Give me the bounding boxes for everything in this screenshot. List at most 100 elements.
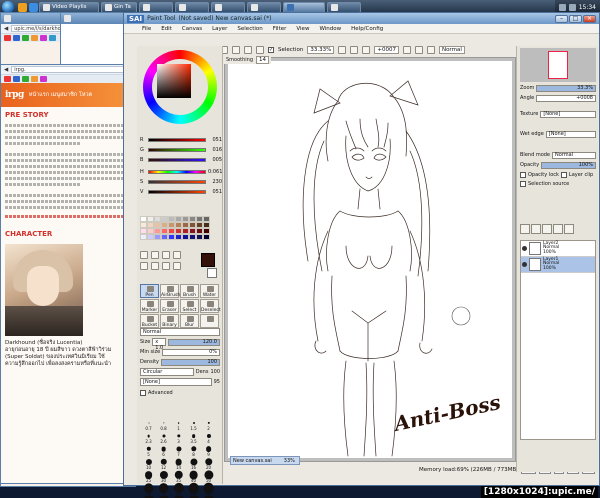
brush-size-preset[interactable]: 35 (171, 470, 186, 483)
brush-size-preset[interactable]: 0.7 (141, 418, 156, 431)
layer-opacity-slider[interactable]: 100% (541, 161, 596, 169)
size-multiplier[interactable]: x 1.0 (152, 338, 167, 351)
selection-checkbox[interactable]: ✓ (268, 47, 274, 53)
smoothing-select[interactable]: 14 (256, 56, 270, 64)
blend-select[interactable]: Normal (438, 46, 465, 54)
texture-select[interactable]: [None] (140, 378, 212, 386)
volume-icon[interactable] (568, 3, 576, 11)
brush-size-preset[interactable]: 80 (171, 482, 186, 496)
tool-brush[interactable]: Brush (180, 284, 199, 298)
tool-marker[interactable]: Marker (140, 299, 159, 313)
zoom-tool-icon[interactable] (140, 262, 148, 270)
bookmark-icon[interactable] (49, 35, 56, 41)
tool-airbrush[interactable]: AirBrush (160, 284, 180, 298)
menu-filter[interactable]: Filter (273, 26, 287, 32)
color-swatch[interactable] (147, 234, 154, 240)
zoom-out-icon[interactable] (338, 46, 347, 54)
brush-size-preset[interactable]: 100 (186, 482, 201, 496)
menu-edit[interactable]: Edit (161, 26, 172, 32)
brush-size-preset[interactable]: 3 (171, 431, 186, 444)
color-swatch[interactable] (161, 234, 168, 240)
brush-size-preset[interactable]: 12 (156, 457, 171, 470)
magic-wand-icon[interactable] (162, 251, 170, 259)
selection-source-checkbox[interactable] (520, 181, 526, 187)
rotate-right-icon[interactable] (414, 46, 423, 54)
taskbar-item-sai[interactable] (283, 1, 325, 13)
color-swatch[interactable] (203, 234, 210, 240)
opacity-lock-checkbox[interactable] (520, 172, 526, 178)
size-slider[interactable]: 120.0 (168, 338, 220, 346)
brush-size-preset[interactable]: 120 (201, 482, 216, 496)
sai-window[interactable]: SAI Paint Tool (Not saved) New canvas.sa… (123, 12, 600, 498)
density-slider[interactable]: 100 (161, 358, 220, 366)
rotate-left-icon[interactable] (402, 46, 411, 54)
tool-deselect[interactable]: Deselect (200, 299, 221, 313)
brush-size-preset[interactable]: 25 (141, 470, 156, 483)
close-button[interactable]: × (583, 14, 596, 23)
bookmark-icon[interactable] (22, 76, 29, 82)
bookmark-icon[interactable] (40, 76, 47, 82)
bookmark-icon[interactable] (4, 35, 11, 41)
brush-size-preset[interactable]: 30 (156, 470, 171, 483)
brush-size-preset[interactable]: 0.8 (156, 418, 171, 431)
tool-binary[interactable]: Binary (160, 314, 179, 328)
new-layer-icon[interactable] (520, 224, 530, 234)
tool-blur[interactable]: Blur (180, 314, 199, 328)
redo-icon[interactable] (232, 46, 240, 54)
color-swatch[interactable] (168, 234, 175, 240)
tool-water[interactable]: Water (200, 284, 219, 298)
menu-layer[interactable]: Layer (212, 26, 227, 32)
lasso-icon[interactable] (151, 251, 159, 259)
clear-layer-icon[interactable] (553, 224, 563, 234)
taskbar-item-3[interactable] (139, 1, 173, 13)
hand-icon[interactable] (162, 262, 170, 270)
slider-red[interactable]: R 051 (140, 136, 222, 143)
tool-eraser[interactable]: Eraser (160, 299, 179, 313)
taskbar-item-6[interactable] (247, 1, 281, 13)
address-field[interactable]: irpg. (11, 66, 124, 73)
color-swatch[interactable] (196, 234, 203, 240)
color-swatch[interactable] (175, 234, 182, 240)
brush-size-preset[interactable]: 3.5 (186, 431, 201, 444)
brush-size-preset[interactable]: 2 (201, 418, 216, 431)
maximize-button[interactable]: □ (569, 14, 582, 23)
tool-empty[interactable] (200, 314, 219, 328)
slider-blue[interactable]: B 005 (140, 156, 222, 163)
canvas-viewport[interactable]: Anti-Boss (224, 57, 516, 462)
bookmark-icon[interactable] (13, 76, 20, 82)
color-swatch[interactable] (189, 234, 196, 240)
layer-blend-select[interactable]: Normal (552, 151, 596, 159)
navigator-preview[interactable] (520, 48, 596, 82)
new-folder-icon[interactable] (531, 224, 541, 234)
browser-window-front[interactable]: ◀ irpg. irpg หน้าแรก เมนูสมาชิก โหวต PRE… (0, 64, 128, 484)
color-swatch[interactable] (140, 234, 147, 240)
texture-select[interactable]: [None] (540, 110, 596, 118)
slider-value[interactable]: V 051 (140, 188, 222, 195)
quicklaunch-folder-icon[interactable] (18, 2, 27, 12)
brush-size-preset[interactable]: 70 (156, 483, 171, 496)
quicklaunch-browser-icon[interactable] (29, 2, 38, 12)
saturation-value-square[interactable] (157, 64, 191, 98)
nav-zoom-slider[interactable]: 33.3% (536, 84, 596, 92)
eyedropper-icon[interactable] (173, 262, 181, 270)
brush-size-preset[interactable]: 7 (171, 444, 186, 457)
foreground-color-swatch[interactable] (201, 253, 215, 267)
brush-size-preset[interactable]: 1.5 (186, 418, 201, 431)
eye-icon[interactable] (522, 262, 527, 267)
background-color-swatch[interactable] (207, 268, 217, 278)
slider-green[interactable]: G 016 (140, 146, 222, 153)
slider-hue[interactable]: H 0:061 (140, 168, 222, 175)
menu-file[interactable]: File (142, 26, 151, 32)
bookmark-icon[interactable] (31, 35, 38, 41)
brush-size-preset[interactable]: 8 (186, 444, 201, 457)
bookmark-icon[interactable] (31, 76, 38, 82)
color-swatch[interactable] (182, 234, 189, 240)
taskbar-item-8[interactable] (327, 1, 361, 13)
invert-icon[interactable] (256, 46, 264, 54)
layer-item-layer1[interactable]: Layer1 Normal 100% (521, 257, 595, 273)
tool-select[interactable]: Select (180, 299, 199, 313)
canvas-paper[interactable]: Anti-Boss (228, 61, 512, 458)
zoom-reset-icon[interactable] (362, 46, 371, 54)
brush-size-preset[interactable]: 6 (156, 444, 171, 457)
min-size-slider[interactable]: 0% (162, 348, 220, 356)
